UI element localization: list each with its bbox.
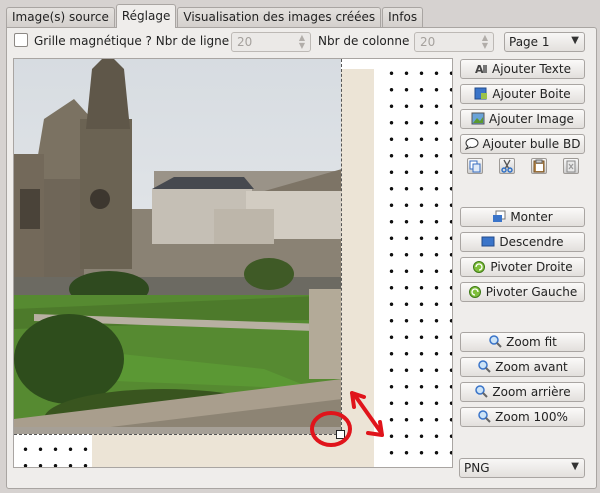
grid-dots-bottom: [18, 441, 92, 467]
rotate-left-icon: [468, 285, 482, 298]
move-up-button[interactable]: Monter: [460, 207, 585, 227]
magnifier-icon: [477, 360, 491, 373]
add-bubble-button[interactable]: Ajouter bulle BD: [460, 134, 585, 154]
format-select-value: PNG: [464, 461, 490, 475]
columns-label: Nbr de colonne :: [318, 34, 418, 48]
text-icon: A: [474, 62, 488, 76]
magnifier-icon: [474, 385, 489, 398]
move-down-button[interactable]: Descendre: [460, 232, 585, 252]
magnetic-grid-checkbox[interactable]: [14, 33, 28, 47]
layout-canvas[interactable]: [13, 58, 453, 468]
box-icon: [474, 87, 488, 100]
page-select-value: Page 1: [509, 35, 550, 49]
columns-value: 20: [420, 35, 436, 49]
grid-dots-right: [384, 65, 452, 467]
placed-photo[interactable]: [14, 59, 342, 435]
grid-options-bar: Grille magnétique ? Nbr de ligne : 20 ▲ ▼…: [12, 32, 592, 52]
rotate-left-button[interactable]: Pivoter Gauche: [460, 282, 585, 302]
rotate-right-button[interactable]: Pivoter Droite: [460, 257, 585, 277]
add-box-button[interactable]: Ajouter Boite: [460, 84, 585, 104]
magnifier-icon: [477, 410, 491, 423]
format-select[interactable]: PNG ▼: [459, 458, 585, 478]
rows-value: 20: [237, 35, 253, 49]
chevron-down-icon: ▼: [571, 35, 579, 46]
zoom-out-button[interactable]: Zoom arrière: [460, 382, 585, 402]
chevron-down-icon: ▼: [571, 461, 579, 472]
add-text-button[interactable]: A Ajouter Texte: [460, 59, 585, 79]
tab-reglage[interactable]: Réglage: [115, 4, 177, 28]
tab-visualisation[interactable]: Visualisation des images créées: [177, 7, 382, 28]
speech-bubble-icon: [464, 137, 479, 151]
copy-icon[interactable]: [467, 158, 483, 174]
delete-icon[interactable]: [563, 158, 579, 174]
magnetic-grid-label: Grille magnétique ? Nbr de ligne :: [34, 34, 238, 48]
image-icon: [471, 112, 485, 125]
rows-spinbox[interactable]: 20 ▲ ▼: [231, 32, 311, 52]
tab-image-source[interactable]: Image(s) source: [6, 7, 115, 28]
cathedral-photo: [14, 59, 341, 434]
spin-arrows-icon[interactable]: ▲ ▼: [480, 34, 490, 50]
spin-arrows-icon[interactable]: ▲ ▼: [297, 34, 307, 50]
lower-icon: [481, 235, 495, 248]
zoom-100-button[interactable]: Zoom 100%: [460, 407, 585, 427]
tab-infos[interactable]: Infos: [382, 7, 424, 28]
zoom-fit-button[interactable]: Zoom fit: [460, 332, 585, 352]
page-select[interactable]: Page 1 ▼: [504, 32, 585, 52]
rotate-right-icon: [472, 260, 486, 273]
svg-text:A: A: [475, 63, 484, 75]
magnifier-icon: [488, 335, 502, 348]
zoom-in-button[interactable]: Zoom avant: [460, 357, 585, 377]
edit-icon-row: [467, 158, 585, 176]
columns-spinbox[interactable]: 20 ▲ ▼: [414, 32, 494, 52]
red-annotation: [310, 391, 384, 447]
add-image-button[interactable]: Ajouter Image: [460, 109, 585, 129]
cut-icon[interactable]: [499, 158, 515, 174]
raise-icon: [492, 210, 506, 223]
paste-icon[interactable]: [531, 158, 547, 174]
tab-bar: Image(s) source Réglage Visualisation de…: [6, 4, 424, 28]
